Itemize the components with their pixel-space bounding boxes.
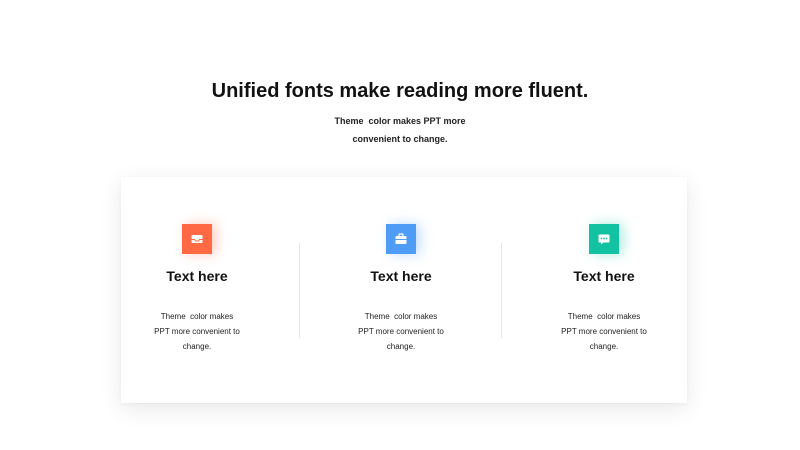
briefcase-icon — [386, 224, 416, 254]
feature-description: Theme color makes PPT more convenient to… — [358, 312, 444, 351]
column-divider — [501, 243, 502, 338]
slide-title: Unified fonts make reading more fluent. — [211, 80, 589, 102]
chat-bubble-icon — [589, 224, 619, 254]
slide: Unified fonts make reading more fluent. … — [0, 0, 800, 450]
feature-heading: Text here — [370, 268, 432, 284]
content-card: Text here Theme color makes PPT more con… — [121, 177, 687, 403]
feature-heading: Text here — [166, 268, 228, 284]
column-divider — [299, 243, 300, 338]
feature-heading: Text here — [573, 268, 635, 284]
slide-subtitle: Theme color makes PPT more convenient to… — [334, 116, 466, 144]
feature-column-1: Text here Theme color makes PPT more con… — [121, 177, 301, 403]
feature-description: Theme color makes PPT more convenient to… — [154, 312, 240, 351]
inbox-icon — [182, 224, 212, 254]
feature-column-3: Text here Theme color makes PPT more con… — [513, 177, 693, 403]
feature-description: Theme color makes PPT more convenient to… — [561, 312, 647, 351]
feature-column-2: Text here Theme color makes PPT more con… — [310, 177, 490, 403]
